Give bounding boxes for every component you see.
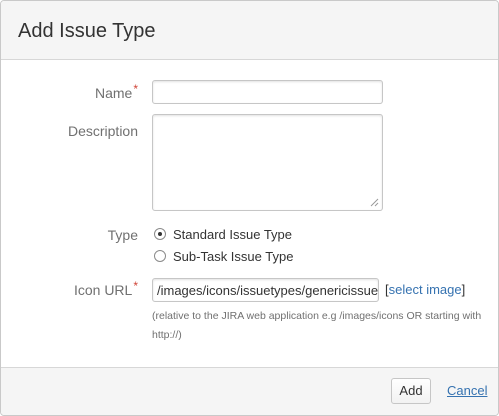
name-input[interactable] bbox=[152, 80, 383, 104]
resize-handle-icon[interactable] bbox=[370, 198, 379, 207]
description-label: Description bbox=[67, 123, 138, 139]
add-button[interactable]: Add bbox=[391, 378, 431, 404]
select-image-link-wrapper: [select image] bbox=[385, 282, 465, 297]
cancel-link[interactable]: Cancel bbox=[447, 383, 487, 398]
dialog-footer: Add Cancel bbox=[1, 367, 498, 415]
add-issue-type-dialog: Add Issue Type Name* Description Type St… bbox=[0, 0, 499, 416]
required-marker: * bbox=[133, 279, 138, 293]
dialog-header: Add Issue Type bbox=[1, 1, 498, 60]
name-label: Name* bbox=[94, 82, 138, 101]
icon-url-input[interactable]: /images/icons/issuetypes/genericissue bbox=[152, 278, 379, 302]
radio-sub-task-issue-type[interactable]: Sub-Task Issue Type bbox=[154, 249, 293, 264]
radio-unchecked-icon[interactable] bbox=[154, 250, 166, 262]
name-label-text: Name bbox=[94, 85, 133, 101]
icon-url-label: Icon URL* bbox=[73, 279, 138, 298]
bracket-close: ] bbox=[461, 282, 466, 297]
type-label: Type bbox=[107, 227, 138, 243]
radio-label: Standard Issue Type bbox=[173, 227, 293, 242]
dialog-title: Add Issue Type bbox=[18, 20, 156, 42]
radio-standard-issue-type[interactable]: Standard Issue Type bbox=[154, 227, 292, 242]
select-image-link[interactable]: select image bbox=[389, 282, 462, 297]
icon-url-label-text: Icon URL bbox=[73, 282, 133, 298]
radio-checked-icon[interactable] bbox=[154, 228, 166, 240]
description-textarea[interactable] bbox=[152, 114, 383, 211]
required-marker: * bbox=[133, 82, 138, 96]
icon-url-help-text: (relative to the JIRA web application e.… bbox=[152, 310, 482, 341]
radio-label: Sub-Task Issue Type bbox=[173, 249, 294, 264]
